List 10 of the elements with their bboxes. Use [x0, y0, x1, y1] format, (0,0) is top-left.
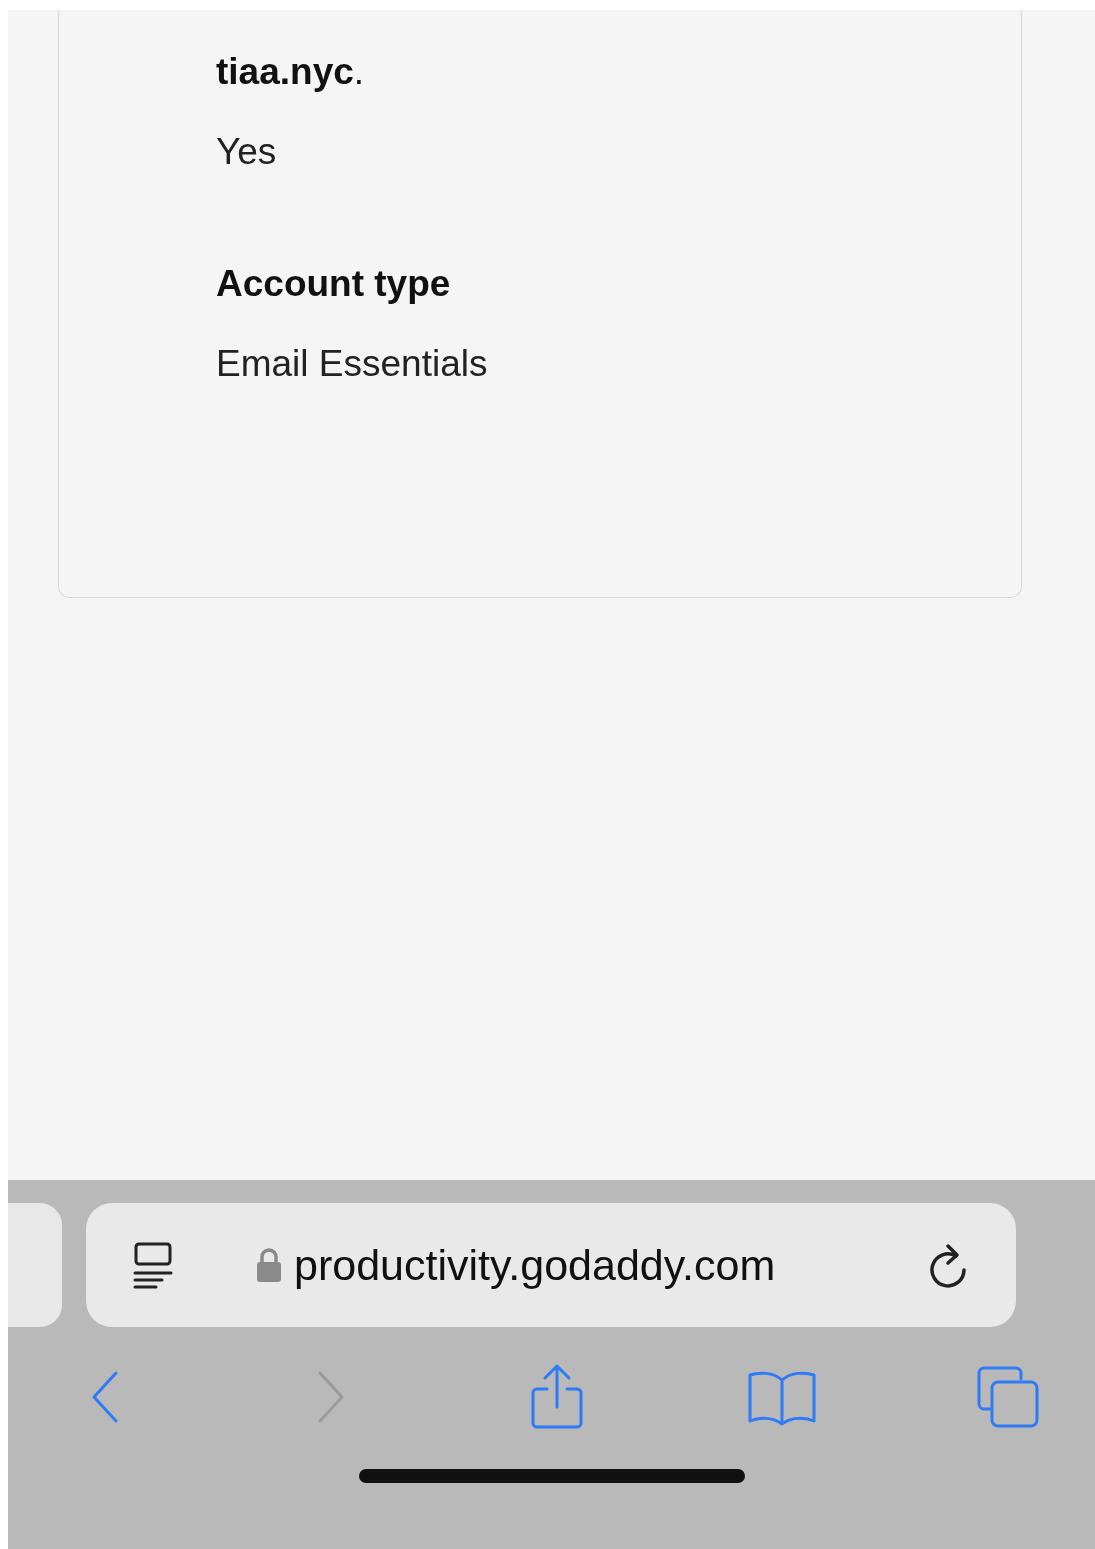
- lock-icon: [256, 1247, 282, 1283]
- url-text: productivity.godaddy.com: [294, 1239, 776, 1291]
- previous-tab[interactable]: [8, 1203, 62, 1327]
- field-label: Account type: [216, 262, 452, 306]
- domain-text: tiaa.nyc.: [216, 50, 366, 94]
- field-value: Yes: [216, 130, 278, 174]
- tabs-icon: [976, 1365, 1040, 1429]
- address-bar[interactable]: productivity.godaddy.com: [86, 1203, 1016, 1327]
- field-value: Email Essentials: [216, 342, 489, 386]
- reader-icon: [132, 1241, 174, 1289]
